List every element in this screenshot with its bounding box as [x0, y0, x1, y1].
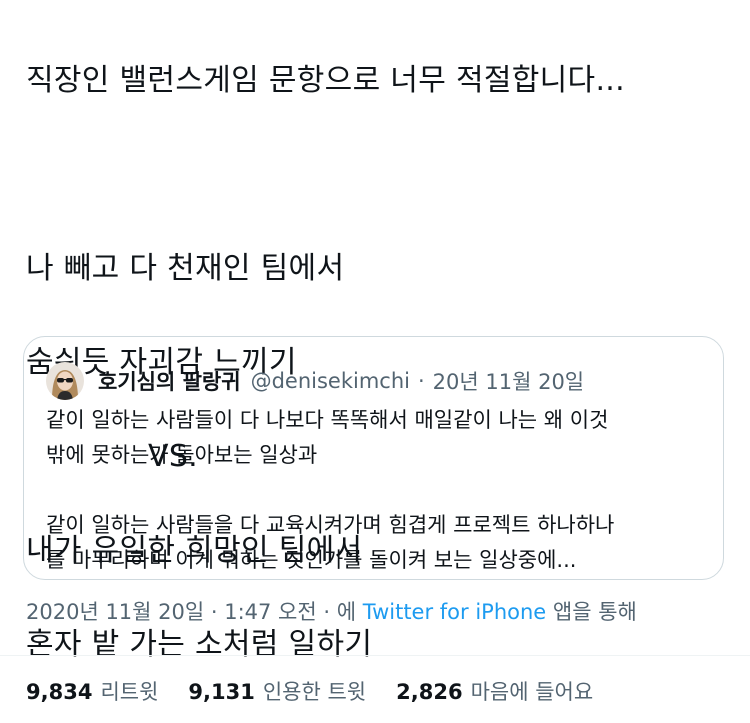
- likes-label: 마음에 들어요: [470, 680, 594, 704]
- quote-tweets-label: 인용한 트윗: [262, 680, 367, 704]
- quoted-line: 를 마무리하며 이게 뭐하는 짓인가를 돌이켜 보는 일상중에...: [46, 548, 577, 572]
- tweet-source-suffix: 앱을 통해: [546, 600, 637, 624]
- quoted-tweet-body: 같이 일하는 사람들이 다 나보다 똑똑해서 매일같이 나는 왜 이것 밖에 못…: [46, 403, 706, 578]
- likes-stat[interactable]: 2,826 마음에 들어요: [396, 676, 593, 706]
- tweet-timestamp-line: 2020년 11월 20일 · 1:47 오전 · 에 Twitter for …: [26, 596, 637, 626]
- tweet-line: 혼자 밭 가는 소처럼 일하기: [26, 627, 373, 662]
- retweets-label: 리트윗: [100, 680, 159, 704]
- quoted-tweet-date[interactable]: 20년 11월 20일: [433, 366, 584, 396]
- quote-tweets-stat[interactable]: 9,131 인용한 트윗: [188, 676, 366, 706]
- quoted-author-handle[interactable]: @denisekimchi: [251, 369, 410, 393]
- tweet-line: 직장인 밸런스게임 문항으로 너무 적절합니다...: [26, 63, 625, 98]
- likes-count: 2,826: [396, 680, 463, 704]
- quoted-line: 같이 일하는 사람들을 다 교육시켜가며 힘겹게 프로젝트 하나하나: [46, 513, 615, 537]
- user-avatar-icon: [46, 362, 84, 400]
- divider: [0, 655, 750, 656]
- tweet-source-link[interactable]: Twitter for iPhone: [363, 600, 547, 624]
- quoted-tweet-card[interactable]: 호기심의 팔랑귀 @denisekimchi · 20년 11월 20일 같이 …: [23, 336, 724, 580]
- quoted-line: 밖에 못하는가 돌아보는 일상과: [46, 443, 318, 467]
- tweet-timestamp[interactable]: 2020년 11월 20일 · 1:47 오전 · 에: [26, 600, 363, 624]
- separator-dot: ·: [417, 369, 425, 393]
- retweets-stat[interactable]: 9,834 리트윗: [26, 676, 158, 706]
- quote-tweets-count: 9,131: [188, 680, 255, 704]
- tweet-line: 나 빼고 다 천재인 팀에서: [26, 251, 345, 286]
- quoted-author-name[interactable]: 호기심의 팔랑귀: [98, 366, 241, 396]
- engagement-stats: 9,834 리트윗 9,131 인용한 트윗 2,826 마음에 들어요: [26, 676, 623, 706]
- avatar[interactable]: [46, 362, 84, 400]
- quoted-line: 같이 일하는 사람들이 다 나보다 똑똑해서 매일같이 나는 왜 이것: [46, 408, 609, 432]
- retweets-count: 9,834: [26, 680, 93, 704]
- quoted-blank-line: [46, 473, 706, 508]
- quoted-tweet-header: 호기심의 팔랑귀 @denisekimchi · 20년 11월 20일: [46, 359, 584, 403]
